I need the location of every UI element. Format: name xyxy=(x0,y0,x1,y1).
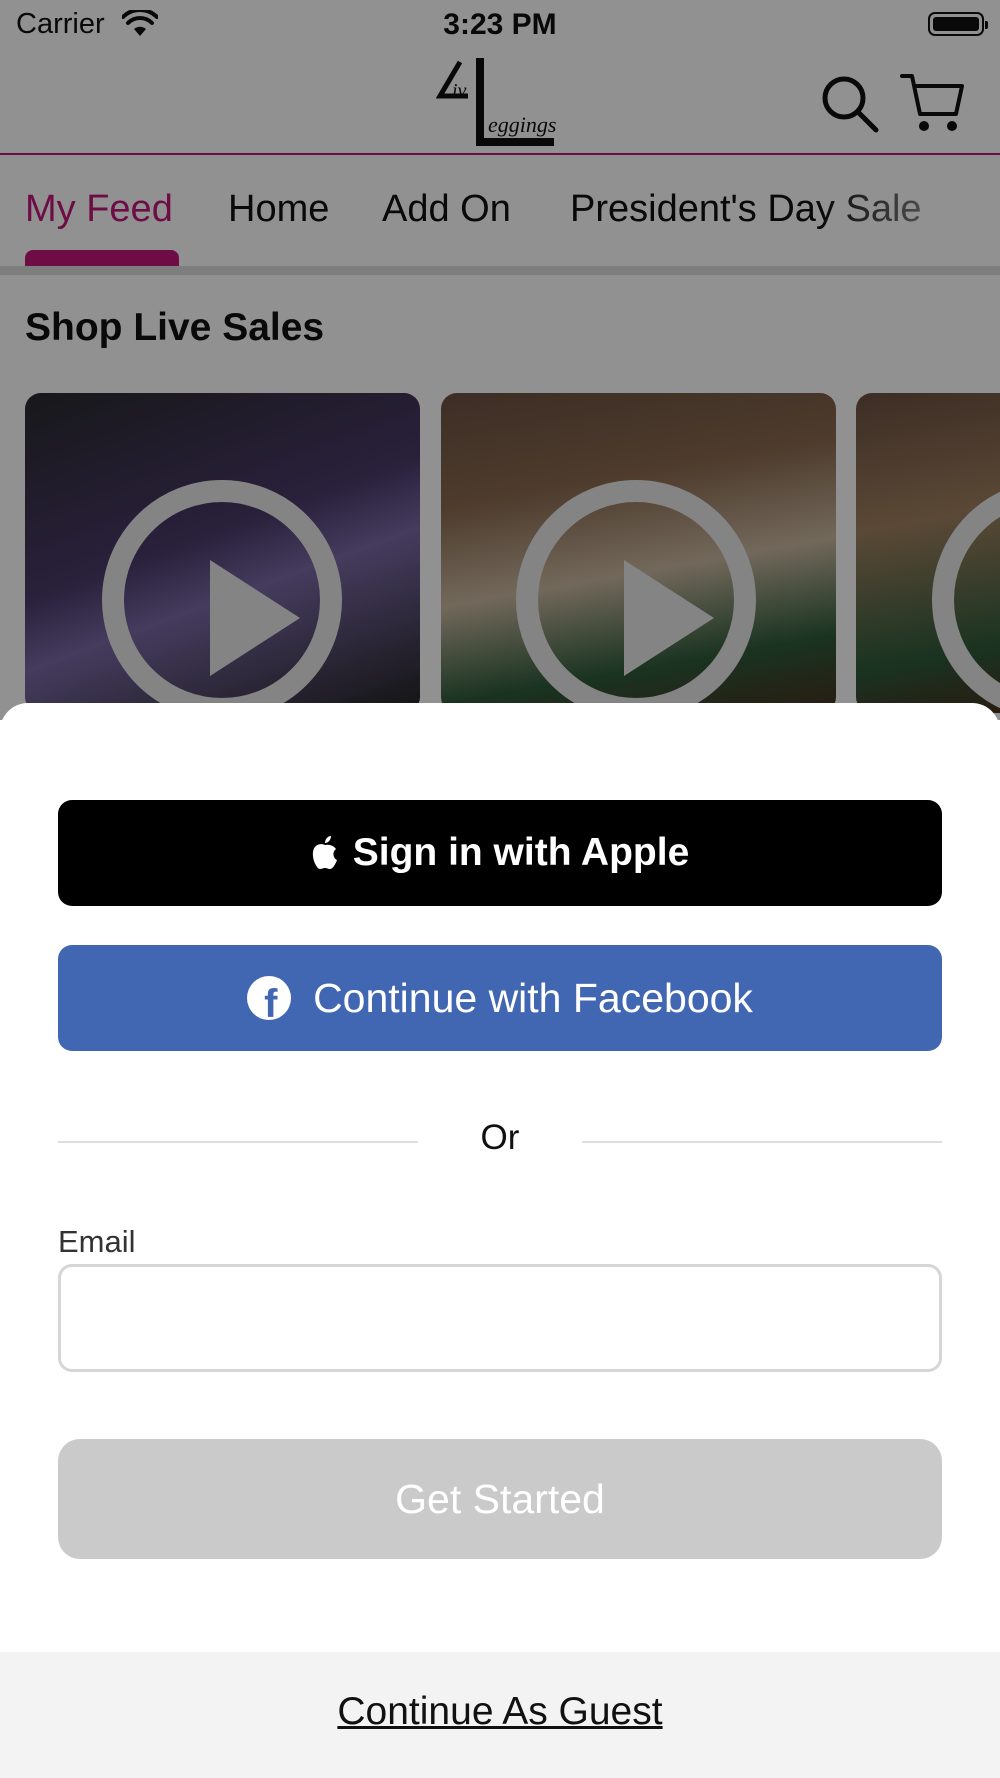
continue-as-guest-link[interactable]: Continue As Guest xyxy=(0,1690,1000,1734)
apple-button-label: Sign in with Apple xyxy=(352,831,690,874)
sign-in-with-apple-button[interactable]: Sign in with Apple xyxy=(58,800,942,906)
facebook-icon: f xyxy=(247,976,292,1020)
email-label: Email xyxy=(58,1224,136,1259)
apple-icon xyxy=(312,836,337,869)
get-started-button[interactable]: Get Started xyxy=(58,1439,942,1559)
continue-with-facebook-button[interactable]: f Continue with Facebook xyxy=(58,945,942,1051)
divider-right xyxy=(582,1141,942,1143)
or-label: Or xyxy=(480,1118,520,1157)
facebook-button-label: Continue with Facebook xyxy=(313,974,753,1021)
email-field[interactable] xyxy=(58,1264,942,1372)
modal-backdrop[interactable] xyxy=(0,0,1000,720)
divider-left xyxy=(58,1141,418,1143)
